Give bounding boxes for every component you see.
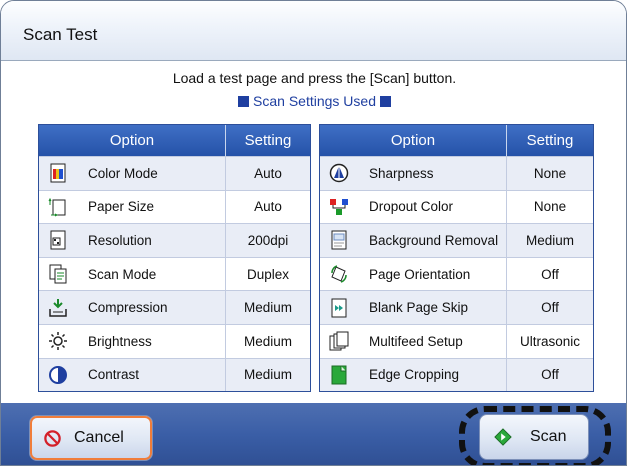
setting-value: Medium	[243, 333, 292, 349]
scan-mode-icon	[49, 264, 67, 284]
column-header-setting: Setting	[526, 132, 574, 149]
setting-value: Auto	[254, 199, 282, 215]
edge-cropping-icon	[331, 365, 347, 385]
option-label: Edge Cropping	[369, 367, 460, 383]
square-marker-icon	[238, 96, 250, 107]
compression-icon	[49, 298, 67, 317]
table-row: Resolution 200dpi	[39, 223, 310, 257]
title-bar: Scan Test	[1, 1, 626, 61]
table-row: Dropout Color None	[320, 189, 593, 224]
option-label: Paper Size	[88, 199, 155, 215]
option-label: Sharpness	[369, 165, 434, 181]
dialog-title: Scan Test	[23, 25, 98, 44]
table-row: Page Orientation Off	[320, 256, 593, 291]
cancel-button-label: Cancel	[74, 429, 124, 446]
table-row: Sharpness None	[320, 156, 593, 190]
setting-value: Medium	[525, 232, 574, 248]
scan-button[interactable]: Scan	[479, 414, 589, 460]
setting-value: Off	[541, 367, 559, 383]
table-row: Compression Medium	[39, 290, 310, 324]
setting-value: Ultrasonic	[519, 333, 581, 349]
option-label: Resolution	[88, 232, 152, 248]
paper-size-icon	[48, 197, 66, 217]
brightness-icon	[49, 332, 67, 351]
table-row: Edge Cropping Off	[320, 357, 593, 392]
option-label: Dropout Color	[369, 199, 454, 215]
blank-page-skip-icon	[331, 298, 347, 318]
settings-table-left: Option Setting Color Mode Auto Paper Siz…	[38, 124, 311, 393]
option-label: Scan Mode	[88, 266, 157, 282]
table-row: Background Removal Medium	[320, 223, 593, 257]
settings-table-right: Option Setting Sharpness None Dropout Co…	[319, 124, 594, 393]
instruction-text: Load a test page and press the [Scan] bu…	[172, 70, 457, 86]
contrast-icon	[49, 365, 67, 384]
diamond-start-icon	[494, 428, 512, 446]
table-row: Contrast Medium	[39, 357, 310, 392]
table-row: Scan Mode Duplex	[39, 256, 310, 291]
color-mode-icon	[50, 163, 66, 183]
resolution-icon	[50, 230, 66, 250]
option-label: Compression	[88, 300, 168, 316]
column-header-option: Option	[39, 125, 226, 156]
column-header-setting: Setting	[244, 132, 292, 149]
setting-value: None	[533, 165, 567, 181]
setting-value: 200dpi	[247, 232, 289, 248]
prohibit-icon	[44, 429, 61, 447]
multifeed-setup-icon	[329, 331, 349, 351]
setting-value: Duplex	[246, 266, 290, 282]
settings-used-label: Scan Settings Used	[253, 93, 376, 109]
table-row: Brightness Medium	[39, 323, 310, 358]
table-header: Option Setting	[320, 125, 593, 156]
page-orientation-icon	[331, 265, 347, 283]
sharpness-icon	[329, 164, 349, 183]
scan-button-label: Scan	[530, 428, 567, 445]
table-row: Paper Size Auto	[39, 189, 310, 224]
option-label: Background Removal	[369, 232, 499, 248]
setting-value: Off	[541, 266, 559, 282]
option-label: Color Mode	[88, 165, 158, 181]
setting-value: Medium	[243, 300, 292, 316]
option-label: Multifeed Setup	[369, 333, 463, 349]
option-label: Brightness	[88, 333, 152, 349]
column-header-option: Option	[320, 125, 507, 156]
setting-value: Auto	[254, 165, 282, 181]
option-label: Contrast	[88, 367, 140, 383]
background-removal-icon	[331, 230, 347, 250]
table-header: Option Setting	[39, 125, 310, 156]
scan-test-dialog: Scan Test Load a test page and press the…	[0, 0, 627, 466]
dropout-color-icon	[330, 198, 348, 215]
cancel-button[interactable]: Cancel	[29, 415, 153, 461]
setting-value: None	[533, 199, 567, 215]
option-label: Blank Page Skip	[369, 300, 469, 316]
table-row: Multifeed Setup Ultrasonic	[320, 323, 593, 358]
table-row: Blank Page Skip Off	[320, 290, 593, 324]
setting-value: Off	[541, 300, 559, 316]
setting-value: Medium	[243, 367, 292, 383]
option-label: Page Orientation	[369, 266, 471, 282]
settings-used-heading: Scan Settings Used	[1, 93, 626, 109]
table-row: Color Mode Auto	[39, 156, 310, 190]
square-marker-icon	[379, 96, 391, 107]
